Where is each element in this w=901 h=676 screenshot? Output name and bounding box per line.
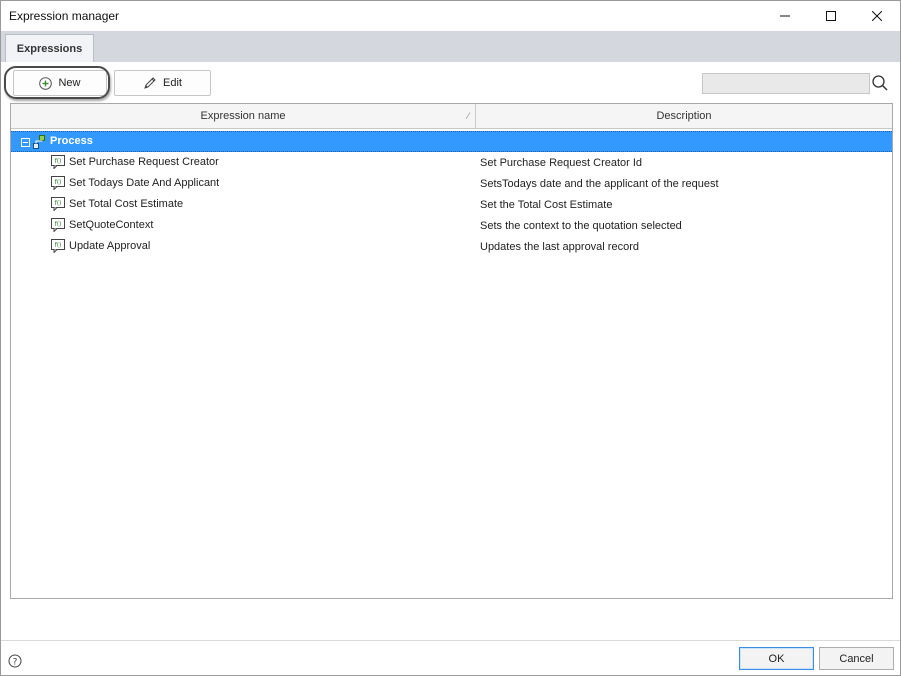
sort-indicator-icon: ⁄ [467, 111, 469, 121]
expression-icon: f() [51, 176, 65, 190]
expression-description: Sets the context to the quotation select… [480, 219, 682, 232]
plus-circle-icon [39, 76, 53, 90]
table-row[interactable]: f() SetQuoteContext Sets the context to … [11, 215, 892, 236]
new-button[interactable]: New [13, 70, 107, 96]
expression-description: Set the Total Cost Estimate [480, 198, 613, 211]
tab-expressions[interactable]: Expressions [5, 34, 94, 62]
expression-icon: f() [51, 239, 65, 253]
maximize-button[interactable] [808, 1, 854, 31]
maximize-icon [826, 11, 836, 21]
process-icon [33, 135, 45, 149]
table-row[interactable]: f() Update Approval Updates the last app… [11, 236, 892, 257]
tab-strip: Expressions [1, 31, 900, 62]
expression-grid: Expression name ⁄ Description Process f(… [10, 103, 893, 599]
close-button[interactable] [854, 1, 900, 31]
column-header-expression-name[interactable]: Expression name ⁄ [11, 104, 476, 128]
title-bar: Expression manager [1, 1, 900, 31]
minimize-icon [780, 15, 790, 17]
expression-name: Set Purchase Request Creator [69, 156, 219, 168]
edit-button[interactable]: Edit [114, 70, 211, 96]
svg-text:f(): f() [55, 179, 62, 186]
expression-description: SetsTodays date and the applicant of the… [480, 177, 719, 190]
minimize-button[interactable] [762, 1, 808, 31]
expression-manager-window: Expression manager Expressions New Edit … [0, 0, 901, 676]
table-row[interactable]: f() Set Total Cost Estimate Set the Tota… [11, 194, 892, 215]
expression-description: Set Purchase Request Creator Id [480, 156, 643, 169]
expression-name: Update Approval [69, 240, 151, 252]
footer-divider [1, 640, 900, 641]
expression-icon: f() [51, 155, 65, 169]
cancel-button[interactable]: Cancel [819, 647, 894, 670]
table-row[interactable]: f() Set Purchase Request Creator Set Pur… [11, 152, 892, 173]
table-row[interactable]: f() Set Todays Date And Applicant SetsTo… [11, 173, 892, 194]
svg-text:f(): f() [55, 200, 62, 207]
collapse-toggle-icon[interactable] [21, 138, 30, 147]
search-input[interactable] [702, 73, 870, 94]
svg-text:?: ? [13, 658, 18, 668]
svg-text:f(): f() [55, 242, 62, 249]
tab-label: Expressions [16, 42, 83, 55]
column-header-description[interactable]: Description [476, 104, 892, 128]
svg-text:f(): f() [55, 158, 62, 165]
toolbar: New Edit [1, 62, 900, 102]
expression-icon: f() [51, 218, 65, 232]
grid-header: Expression name ⁄ Description [11, 104, 892, 129]
pencil-icon [144, 77, 156, 89]
expression-icon: f() [51, 197, 65, 211]
group-label: Process [50, 135, 93, 147]
close-icon [872, 11, 882, 21]
ok-button[interactable]: OK [739, 647, 814, 670]
window-title: Expression manager [9, 9, 120, 23]
expression-description: Updates the last approval record [480, 240, 639, 253]
edit-button-label: Edit [163, 77, 182, 89]
expression-name: Set Todays Date And Applicant [69, 177, 220, 189]
expression-name: Set Total Cost Estimate [69, 198, 184, 210]
svg-text:f(): f() [55, 221, 62, 228]
help-icon[interactable]: ? [8, 654, 22, 668]
new-button-label: New [58, 77, 81, 89]
group-row-process[interactable]: Process [11, 131, 892, 152]
search-icon[interactable] [871, 74, 889, 92]
expression-name: SetQuoteContext [69, 219, 154, 231]
